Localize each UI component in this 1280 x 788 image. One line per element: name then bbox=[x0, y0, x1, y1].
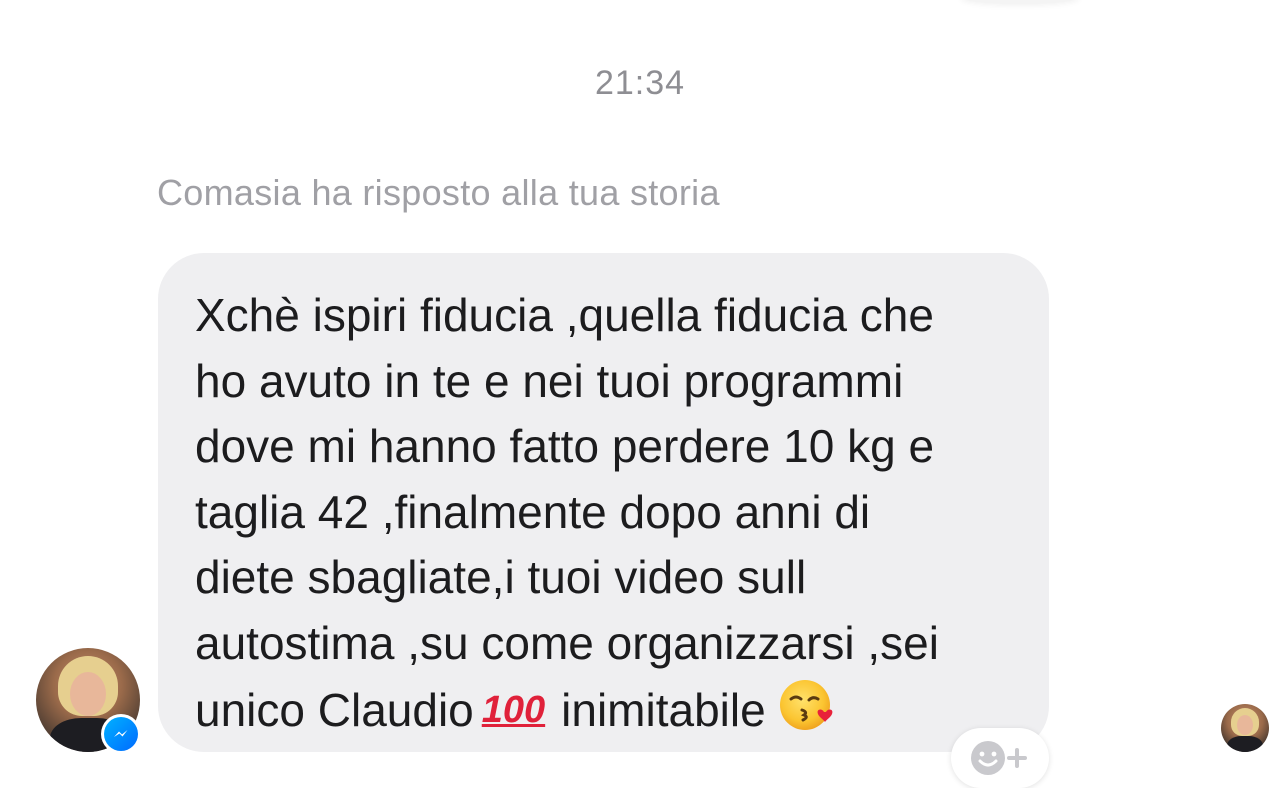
message-line-last: unico Claudio 100 inimitabile bbox=[195, 676, 1019, 752]
message-line: taglia 42 ,finalmente dopo anni di bbox=[195, 485, 871, 538]
message-last-line-start: unico Claudio bbox=[195, 684, 474, 736]
message-line: autostima ,su come organizzarsi ,sei bbox=[195, 616, 939, 669]
message-line: diete sbagliate,i tuoi video sull bbox=[195, 551, 807, 603]
top-shadow bbox=[960, 0, 1080, 4]
message-last-line-end: inimitabile bbox=[561, 684, 766, 736]
message-bubble[interactable]: Xchè ispiri fiducia ,quella fiducia che … bbox=[158, 253, 1049, 752]
message-line: dove mi hanno fatto perdere 10 kg e bbox=[195, 420, 935, 472]
message-line: Xchè ispiri fiducia ,quella fiducia che bbox=[195, 289, 934, 341]
avatar-body bbox=[1227, 736, 1263, 752]
message-line: ho avuto in te e nei tuoi programmi bbox=[195, 354, 904, 407]
avatar-face bbox=[1237, 715, 1253, 735]
messenger-badge bbox=[101, 714, 141, 754]
messenger-icon bbox=[104, 717, 138, 751]
add-reaction-button[interactable] bbox=[951, 728, 1049, 788]
message-timestamp: 21:34 bbox=[594, 64, 686, 102]
add-reaction-icon bbox=[971, 741, 1027, 775]
avatar-face bbox=[70, 672, 106, 716]
read-receipt-avatar bbox=[1221, 704, 1269, 752]
kiss-emoji-icon bbox=[778, 676, 836, 752]
hundred-points-emoji-icon: 100 bbox=[481, 689, 546, 731]
story-reply-context: Comasia ha risposto alla tua storia bbox=[157, 172, 720, 213]
